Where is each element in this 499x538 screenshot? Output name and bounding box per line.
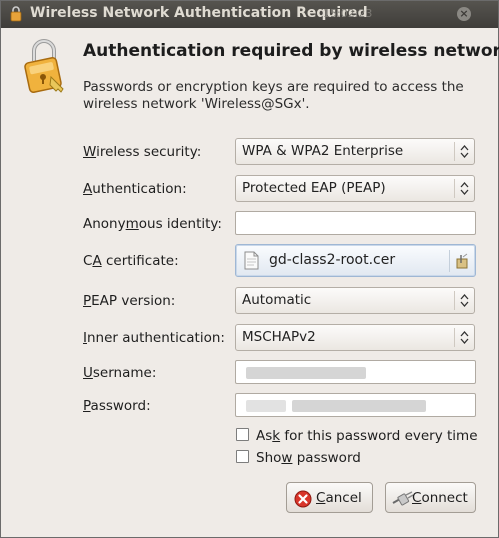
- wireless-security-label: Wireless security:: [83, 144, 202, 160]
- authentication-combo[interactable]: Protected EAP (PEAP): [235, 175, 475, 202]
- open-folder-icon: [456, 253, 468, 269]
- peap-version-combo[interactable]: Automatic: [235, 287, 475, 314]
- inner-authentication-label: Inner authentication:: [83, 330, 225, 346]
- password-input[interactable]: [235, 393, 476, 417]
- show-password-checkbox[interactable]: Show password: [236, 450, 361, 466]
- authentication-value: Protected EAP (PEAP): [242, 180, 386, 196]
- redacted-username: [246, 367, 366, 379]
- authentication-label: Authentication:: [83, 181, 187, 197]
- wireless-security-combo[interactable]: WPA & WPA2 Enterprise: [235, 138, 475, 165]
- show-password-box[interactable]: [236, 450, 249, 463]
- anonymous-identity-label: Anonymous identity:: [83, 216, 222, 232]
- username-label: Username:: [83, 365, 157, 381]
- redacted-password-a: [246, 400, 286, 412]
- dialog-description: Passwords or encryption keys are require…: [83, 79, 464, 112]
- up-down-arrows-icon: [460, 145, 469, 158]
- redacted-password-b: [292, 400, 426, 412]
- wireless-lock-icon: [10, 6, 22, 22]
- up-down-arrows-icon: [460, 294, 469, 307]
- auth-dialog: Wireless Network Authentication Required…: [0, 0, 499, 538]
- connect-label: Connect: [412, 490, 468, 506]
- password-label: Password:: [83, 398, 151, 414]
- padlock-keys-icon: [24, 39, 64, 94]
- up-down-arrows-icon: [460, 331, 469, 344]
- dialog-heading: Authentication required by wireless netw…: [83, 41, 499, 61]
- plug-connect-icon: [392, 491, 414, 506]
- ca-certificate-label: CA certificate:: [83, 253, 179, 269]
- peap-version-label: PEAP version:: [83, 293, 176, 309]
- ask-password-checkbox[interactable]: Ask for this password every time: [236, 428, 478, 444]
- window-title: Wireless Network Authentication Required: [30, 5, 368, 21]
- anonymous-identity-input[interactable]: [235, 211, 476, 235]
- wireless-security-value: WPA & WPA2 Enterprise: [242, 143, 404, 159]
- cancel-label: Cancel: [316, 490, 362, 506]
- cancel-button[interactable]: Cancel: [286, 482, 373, 513]
- cancel-icon: [294, 490, 312, 508]
- inner-authentication-value: MSCHAPv2: [242, 329, 316, 345]
- title-bar[interactable]: Wireless Network Authentication Required…: [1, 1, 498, 28]
- connect-button[interactable]: Connect: [385, 482, 476, 513]
- document-icon: [244, 251, 259, 270]
- ask-password-box[interactable]: [236, 428, 249, 441]
- ca-certificate-filename: gd-class2-root.cer: [269, 252, 396, 268]
- inner-authentication-combo[interactable]: MSCHAPv2: [235, 324, 475, 351]
- username-input[interactable]: [235, 360, 476, 384]
- title-clock: 15:02:23: [323, 7, 373, 20]
- close-icon: ×: [459, 7, 469, 20]
- ca-certificate-chooser[interactable]: gd-class2-root.cer: [235, 244, 476, 277]
- close-button[interactable]: ×: [457, 7, 471, 21]
- up-down-arrows-icon: [460, 182, 469, 195]
- peap-version-value: Automatic: [242, 292, 312, 308]
